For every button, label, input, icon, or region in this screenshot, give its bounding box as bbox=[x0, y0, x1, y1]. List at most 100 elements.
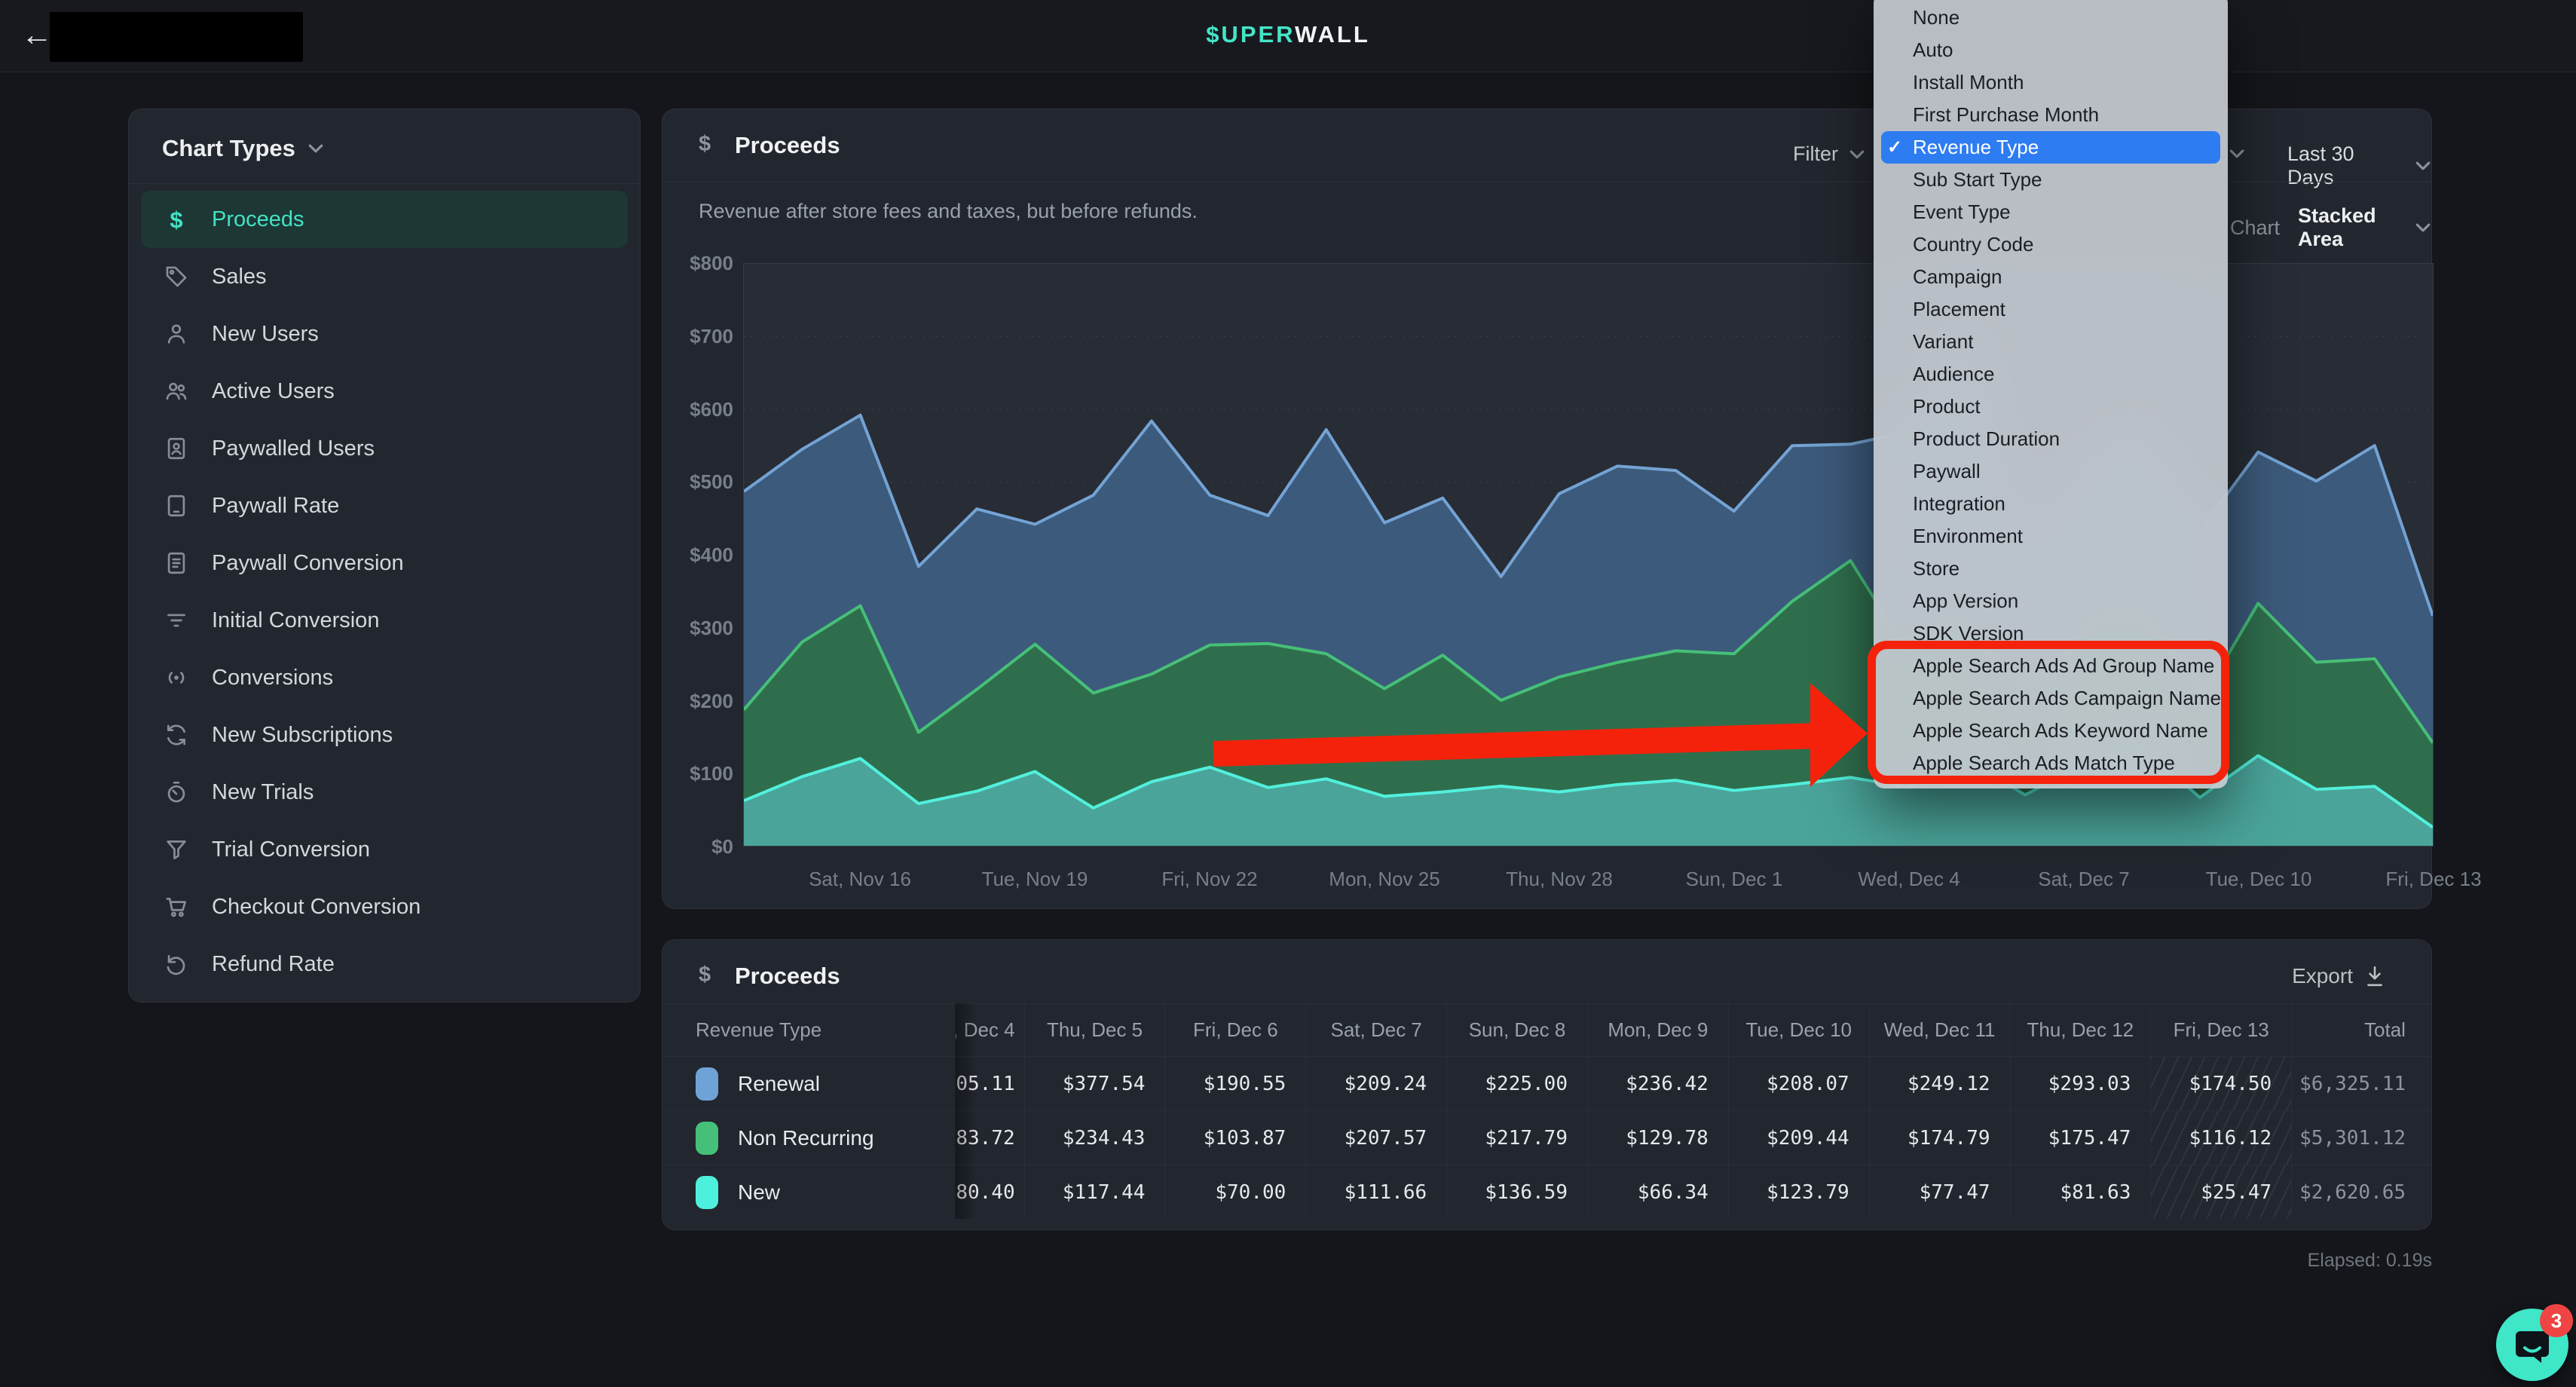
dollar-icon: $ bbox=[699, 133, 711, 155]
menu-item-product[interactable]: Product bbox=[1881, 390, 2220, 423]
sidebar-item-initial-conversion[interactable]: Initial Conversion bbox=[141, 592, 628, 649]
menu-item-audience[interactable]: Audience bbox=[1881, 358, 2220, 390]
sidebar-item-trial-conversion[interactable]: Trial Conversion bbox=[141, 821, 628, 878]
chevron-down-icon bbox=[2415, 222, 2431, 233]
sidebar-item-active-users[interactable]: Active Users bbox=[141, 363, 628, 420]
table-cell: $80.40 bbox=[955, 1165, 1024, 1219]
menu-item-paywall[interactable]: Paywall bbox=[1881, 455, 2220, 488]
sidebar-item-sales[interactable]: Sales bbox=[141, 248, 628, 305]
notification-badge: 3 bbox=[2540, 1304, 2573, 1337]
table-cell-total: $5,301.12 bbox=[2291, 1111, 2431, 1165]
y-axis-label: $700 bbox=[673, 325, 733, 348]
table-cell: $117.44 bbox=[1024, 1165, 1165, 1219]
menu-item-label: Integration bbox=[1913, 492, 2005, 516]
menu-item-campaign[interactable]: Campaign bbox=[1881, 261, 2220, 293]
x-axis-label: Tue, Nov 19 bbox=[982, 868, 1088, 891]
sidebar-item-refund-rate[interactable]: Refund Rate bbox=[141, 935, 628, 993]
menu-item-label: Apple Search Ads Ad Group Name bbox=[1913, 654, 2214, 678]
sidebar-item-paywall-rate[interactable]: Paywall Rate bbox=[141, 477, 628, 534]
table-cell: $175.47 bbox=[2010, 1111, 2151, 1165]
sidebar-item-label: Refund Rate bbox=[212, 952, 335, 977]
sidebar-item-proceeds[interactable]: $Proceeds bbox=[141, 191, 628, 248]
menu-item-apple-search-ads-ad-group-name[interactable]: Apple Search Ads Ad Group Name bbox=[1881, 650, 2220, 682]
menu-item-event-type[interactable]: Event Type bbox=[1881, 196, 2220, 228]
superwall-logo: $UPERWALL bbox=[1206, 21, 1370, 48]
menu-item-variant[interactable]: Variant bbox=[1881, 326, 2220, 358]
back-arrow-icon[interactable]: ← bbox=[21, 17, 53, 53]
menu-item-apple-search-ads-campaign-name[interactable]: Apple Search Ads Campaign Name bbox=[1881, 682, 2220, 715]
filter-dropdown[interactable]: Filter bbox=[1793, 142, 1865, 166]
sidebar-item-label: Trial Conversion bbox=[212, 837, 370, 862]
sidebar-item-new-subscriptions[interactable]: New Subscriptions bbox=[141, 706, 628, 764]
y-axis-label: $500 bbox=[673, 470, 733, 494]
sidebar-item-checkout-conversion[interactable]: Checkout Conversion bbox=[141, 878, 628, 935]
sidebar-item-label: New Users bbox=[212, 322, 319, 347]
chat-widget-button[interactable]: 3 bbox=[2496, 1309, 2568, 1381]
y-axis-label: $600 bbox=[673, 398, 733, 421]
sidebar-item-paywall-conversion[interactable]: Paywall Conversion bbox=[141, 534, 628, 592]
column-header-sat-dec-7: Sat, Dec 7 bbox=[1305, 1004, 1446, 1056]
menu-item-sub-start-type[interactable]: Sub Start Type bbox=[1881, 164, 2220, 196]
menu-item-auto[interactable]: Auto bbox=[1881, 34, 2220, 66]
table-cell: $225.00 bbox=[1446, 1057, 1587, 1110]
menu-item-none[interactable]: None bbox=[1881, 2, 2220, 34]
chart-type-label: Chart bbox=[2230, 216, 2280, 240]
divider bbox=[129, 183, 640, 184]
sidebar-item-conversions[interactable]: Conversions bbox=[141, 649, 628, 706]
menu-item-label: Variant bbox=[1913, 330, 1973, 354]
menu-item-apple-search-ads-match-type[interactable]: Apple Search Ads Match Type bbox=[1881, 747, 2220, 779]
sidebar-item-label: Paywalled Users bbox=[212, 436, 375, 461]
cart-icon bbox=[162, 893, 191, 921]
row-header-renewal: Renewal bbox=[662, 1057, 955, 1110]
export-button[interactable]: Export bbox=[2292, 964, 2385, 988]
group-by-chevron-icon[interactable] bbox=[2229, 148, 2245, 159]
table-cell: $305.11 bbox=[955, 1057, 1024, 1110]
filter-label: Filter bbox=[1793, 142, 1838, 166]
menu-item-label: Product bbox=[1913, 395, 1981, 418]
chevron-down-icon bbox=[2415, 161, 2431, 171]
menu-item-app-version[interactable]: App Version bbox=[1881, 585, 2220, 617]
table-cell: $208.07 bbox=[1728, 1057, 1869, 1110]
menu-item-apple-search-ads-keyword-name[interactable]: Apple Search Ads Keyword Name bbox=[1881, 715, 2220, 747]
menu-item-store[interactable]: Store bbox=[1881, 553, 2220, 585]
chart-type-dropdown[interactable]: Chart Stacked Area bbox=[2230, 204, 2431, 251]
column-header-tue-dec-10: Tue, Dec 10 bbox=[1728, 1004, 1869, 1056]
row-header-non-recurring: Non Recurring bbox=[662, 1111, 955, 1165]
column-header-fri-dec-13: Fri, Dec 13 bbox=[2150, 1004, 2291, 1056]
column-header-revenue-type: Revenue Type bbox=[662, 1004, 955, 1056]
sidebar-item-paywalled-users[interactable]: Paywalled Users bbox=[141, 420, 628, 477]
menu-item-integration[interactable]: Integration bbox=[1881, 488, 2220, 520]
menu-item-sdk-version[interactable]: SDK Version bbox=[1881, 617, 2220, 650]
sidebar-item-label: Paywall Rate bbox=[212, 494, 339, 519]
table-cell: $207.57 bbox=[1305, 1111, 1446, 1165]
table-cell: $111.66 bbox=[1305, 1165, 1446, 1219]
sidebar-item-new-users[interactable]: New Users bbox=[141, 305, 628, 363]
x-axis-label: Sat, Dec 7 bbox=[2038, 868, 2129, 891]
menu-item-label: First Purchase Month bbox=[1913, 103, 2099, 127]
menu-item-first-purchase-month[interactable]: First Purchase Month bbox=[1881, 99, 2220, 131]
table-cell: $234.43 bbox=[1024, 1111, 1165, 1165]
menu-item-placement[interactable]: Placement bbox=[1881, 293, 2220, 326]
menu-item-revenue-type[interactable]: ✓Revenue Type bbox=[1881, 131, 2220, 164]
series-label: Renewal bbox=[738, 1072, 820, 1096]
y-axis-label: $300 bbox=[673, 617, 733, 640]
menu-item-install-month[interactable]: Install Month bbox=[1881, 66, 2220, 99]
x-axis-label: Wed, Dec 4 bbox=[1858, 868, 1960, 891]
dashboard: ← $UPERWALL Chart Types $Proceeds Sales Ne… bbox=[0, 0, 2576, 1387]
menu-item-label: Apple Search Ads Keyword Name bbox=[1913, 719, 2208, 742]
sidebar-item-label: Sales bbox=[212, 265, 267, 289]
broadcast-icon bbox=[162, 663, 191, 692]
menu-item-environment[interactable]: Environment bbox=[1881, 520, 2220, 553]
menu-item-label: Environment bbox=[1913, 525, 2023, 548]
table-cell: $81.63 bbox=[2010, 1165, 2151, 1219]
group-by-menu: NoneAutoInstall Month First Purchase Mont… bbox=[1874, 0, 2228, 788]
sidebar-item-new-trials[interactable]: New Trials bbox=[141, 764, 628, 821]
series-color-swatch bbox=[696, 1122, 718, 1155]
timer-icon bbox=[162, 778, 191, 807]
chart-types-header[interactable]: Chart Types bbox=[162, 135, 324, 162]
series-label: Non Recurring bbox=[738, 1126, 874, 1150]
table-cell: $190.55 bbox=[1164, 1057, 1305, 1110]
sidebar-item-label: New Trials bbox=[212, 780, 314, 805]
menu-item-country-code[interactable]: Country Code bbox=[1881, 228, 2220, 261]
menu-item-product-duration[interactable]: Product Duration bbox=[1881, 423, 2220, 455]
